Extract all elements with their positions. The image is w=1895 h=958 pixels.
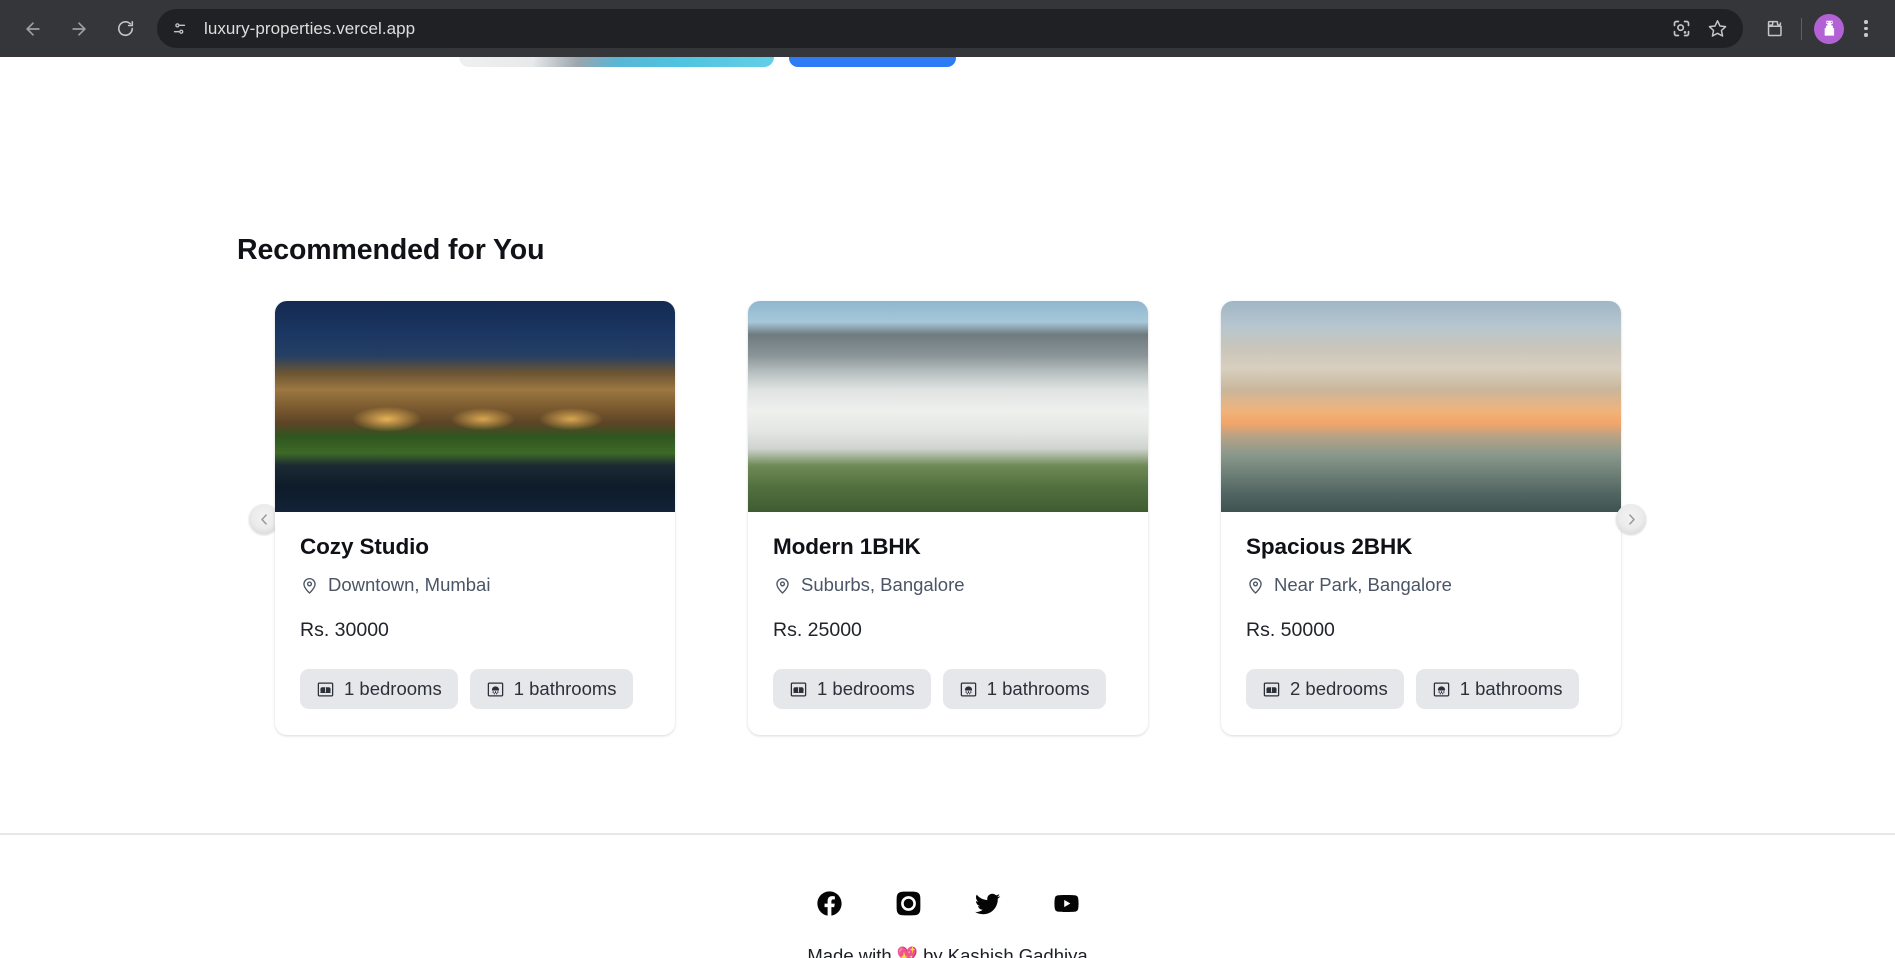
recommendations-carousel: Cozy Studio Downtown, Mumbai Rs. 30000 1…: [0, 301, 1895, 751]
credit-suffix: by Kashish Gadhiya: [917, 945, 1088, 958]
chevron-right-icon: [1628, 514, 1635, 525]
property-image: [275, 301, 675, 513]
clipped-primary-button[interactable]: [789, 57, 956, 67]
footer-credit: Made with 💖 by Kashish Gadhiya: [807, 945, 1087, 958]
youtube-link[interactable]: [1052, 889, 1081, 918]
toolbar-right-group: [1756, 11, 1881, 47]
bed-icon: [317, 682, 334, 697]
heart-emoji-icon: 💖: [896, 945, 918, 958]
address-bar[interactable]: luxury-properties.vercel.app: [157, 9, 1743, 48]
property-location-text: Near Park, Bangalore: [1274, 574, 1452, 596]
browser-toolbar: luxury-properties.vercel.app: [0, 0, 1895, 57]
property-card[interactable]: Cozy Studio Downtown, Mumbai Rs. 30000 1…: [275, 301, 675, 736]
property-card-body: Cozy Studio Downtown, Mumbai Rs. 30000 1…: [275, 512, 675, 735]
site-footer: Made with 💖 by Kashish Gadhiya: [0, 833, 1895, 958]
previous-section-clipped: [0, 57, 1895, 71]
property-card[interactable]: Spacious 2BHK Near Park, Bangalore Rs. 5…: [1221, 301, 1621, 736]
bathrooms-badge: 1 bathrooms: [469, 668, 633, 710]
bathrooms-badge: 1 bathrooms: [1415, 668, 1579, 710]
property-title: Modern 1BHK: [773, 534, 921, 560]
section-title: Recommended for You: [237, 234, 545, 266]
property-location: Near Park, Bangalore: [1246, 574, 1596, 596]
bedrooms-badge: 1 bedrooms: [773, 668, 931, 710]
extensions-icon[interactable]: [1756, 11, 1792, 47]
shower-icon: [960, 682, 976, 697]
bathrooms-label: 1 bathrooms: [986, 677, 1090, 699]
google-lens-icon[interactable]: [1663, 11, 1699, 47]
property-location: Suburbs, Bangalore: [773, 574, 1123, 596]
card-list: Cozy Studio Downtown, Mumbai Rs. 30000 1…: [275, 301, 1621, 736]
property-badges: 1 bedrooms 1 bathrooms: [773, 668, 1123, 710]
property-badges: 1 bedrooms 1 bathrooms: [300, 668, 650, 710]
property-image: [1221, 301, 1621, 513]
property-price: Rs. 30000: [300, 618, 389, 641]
property-card[interactable]: Modern 1BHK Suburbs, Bangalore Rs. 25000: [748, 301, 1148, 736]
clipped-image-card: [459, 57, 774, 67]
forward-button[interactable]: [60, 10, 98, 48]
recommended-section: Recommended for You Cozy Studio Downtown…: [0, 234, 1895, 751]
youtube-icon: [1053, 895, 1079, 912]
bathrooms-badge: 1 bathrooms: [942, 668, 1106, 710]
twitter-link[interactable]: [973, 889, 1002, 918]
bedrooms-badge: 1 bedrooms: [300, 668, 458, 710]
property-price: Rs. 25000: [773, 618, 862, 641]
location-pin-icon: [303, 577, 316, 594]
carousel-next-button[interactable]: [1616, 504, 1646, 535]
page-content: Recommended for You Cozy Studio Downtown…: [0, 57, 1895, 958]
bedrooms-label: 1 bedrooms: [817, 677, 915, 699]
property-badges: 2 bedrooms 1 bathrooms: [1246, 668, 1596, 710]
bedrooms-badge: 2 bedrooms: [1246, 668, 1404, 710]
social-links: [815, 889, 1081, 918]
instagram-icon: [896, 891, 920, 916]
bed-icon: [790, 682, 807, 697]
instagram-link[interactable]: [894, 889, 923, 918]
bedrooms-label: 1 bedrooms: [344, 677, 442, 699]
profile-avatar[interactable]: [1814, 13, 1844, 44]
location-pin-icon: [776, 577, 789, 594]
url-text[interactable]: luxury-properties.vercel.app: [204, 19, 1663, 39]
bathrooms-label: 1 bathrooms: [1459, 677, 1563, 699]
property-title: Spacious 2BHK: [1246, 534, 1413, 560]
property-card-body: Modern 1BHK Suburbs, Bangalore Rs. 25000: [748, 512, 1148, 735]
facebook-link[interactable]: [815, 889, 844, 918]
omnibox-actions: [1663, 11, 1735, 47]
bed-icon: [1263, 682, 1280, 697]
property-title: Cozy Studio: [300, 534, 429, 560]
bedrooms-label: 2 bedrooms: [1290, 677, 1388, 699]
facebook-icon: [816, 891, 842, 916]
back-button[interactable]: [14, 10, 52, 48]
property-location-text: Downtown, Mumbai: [328, 574, 491, 596]
property-price: Rs. 50000: [1246, 618, 1335, 641]
property-card-body: Spacious 2BHK Near Park, Bangalore Rs. 5…: [1221, 512, 1621, 735]
property-location-text: Suburbs, Bangalore: [801, 574, 965, 596]
reload-button[interactable]: [106, 10, 144, 48]
twitter-icon: [974, 893, 1000, 915]
property-location: Downtown, Mumbai: [300, 574, 650, 596]
shower-icon: [1433, 682, 1449, 697]
credit-prefix: Made with: [807, 945, 897, 958]
bookmark-star-icon[interactable]: [1699, 11, 1735, 47]
chrome-menu-icon[interactable]: [1851, 11, 1881, 47]
location-pin-icon: [1249, 577, 1262, 594]
property-image: [748, 301, 1148, 513]
shower-icon: [487, 682, 503, 697]
toolbar-separator: [1801, 17, 1802, 40]
bathrooms-label: 1 bathrooms: [513, 677, 617, 699]
chevron-left-icon: [260, 514, 267, 525]
site-info-icon[interactable]: [163, 13, 195, 45]
